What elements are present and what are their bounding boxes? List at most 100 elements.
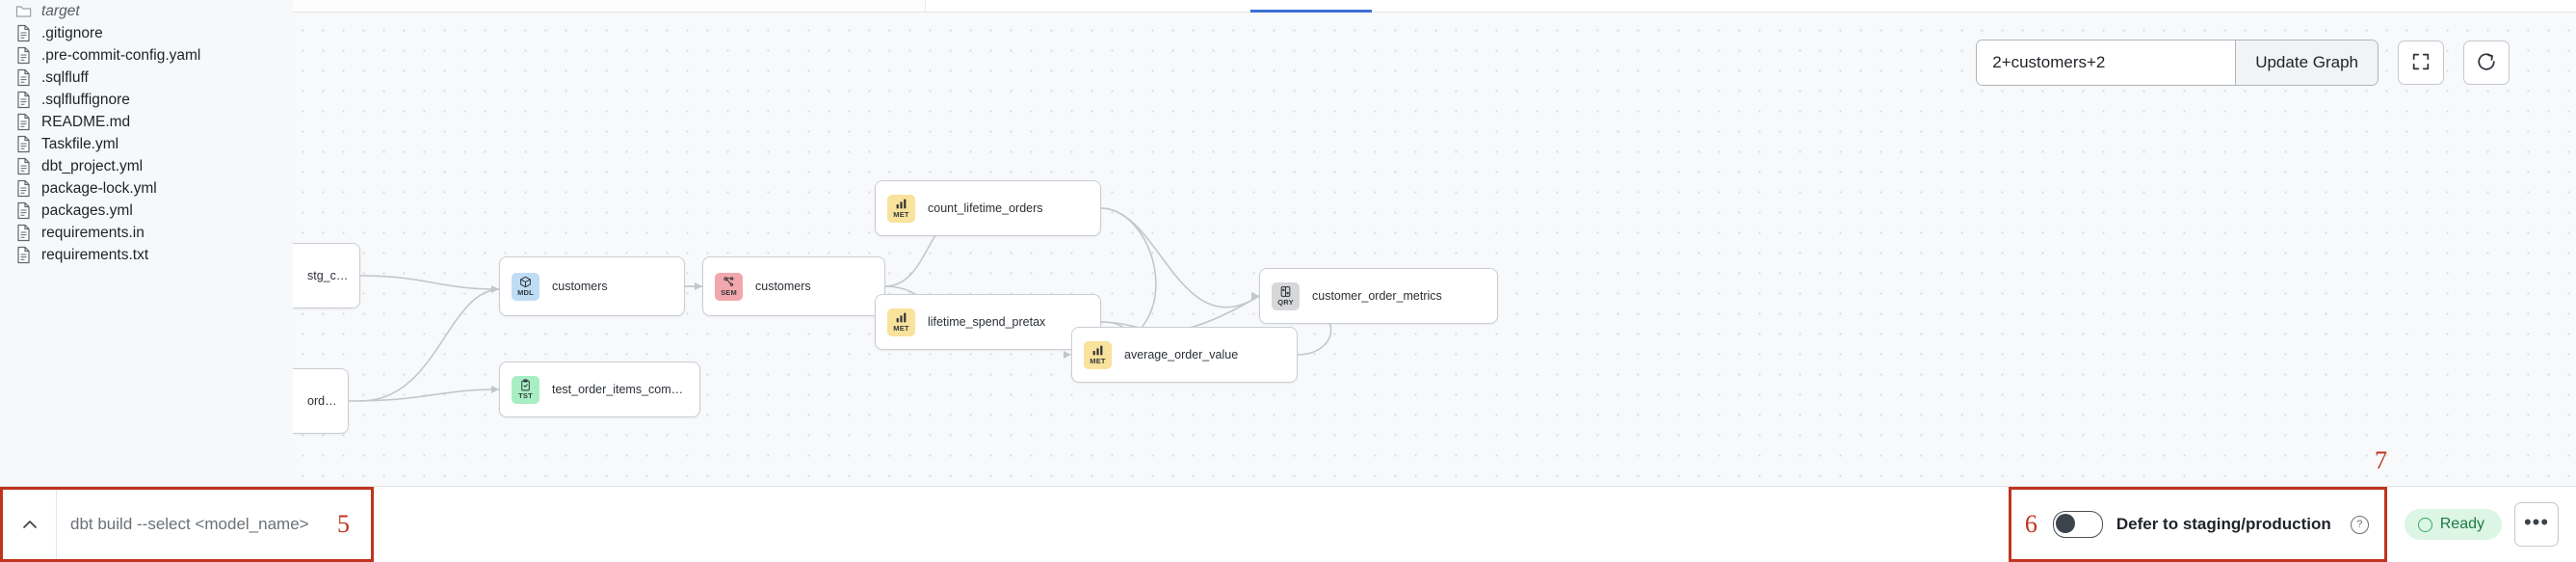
node-label: average_order_value [1124,348,1248,361]
file-icon [13,135,33,154]
graph-node-orders[interactable]: orders [293,368,349,434]
node-type-badge: MET [1090,358,1105,365]
status-badge[interactable]: Ready [2405,509,2502,540]
status-dot-icon [2418,518,2432,532]
node-label: count_lifetime_orders [928,201,1053,215]
graph-node-customers_sem[interactable]: SEM customers [702,256,885,316]
file-name: requirements.in [41,225,145,242]
graph-node-customer_order_metrics[interactable]: QRY customer_order_metrics [1259,268,1498,324]
file-row[interactable]: target [0,0,293,22]
command-input-placeholder[interactable]: dbt build --select <model_name> [57,515,371,534]
file-icon [13,179,33,199]
file-row[interactable]: .pre-commit-config.yaml [0,44,293,67]
file-name: .pre-commit-config.yaml [41,47,200,65]
file-list: target .gitignore .pre-commit-config.yam… [0,0,293,266]
graph-node-stg_customers[interactable]: stg_customers [293,243,360,308]
file-row[interactable]: requirements.in [0,222,293,244]
node-type-badge: SEM [721,289,737,297]
query-icon: QRY [1272,282,1300,310]
graph-query-input[interactable] [1977,40,2235,85]
folder-icon [13,2,33,21]
file-row[interactable]: .gitignore [0,22,293,44]
file-row[interactable]: .sqlfluffignore [0,89,293,111]
graph-node-test_order_items[interactable]: TSTtest_order_items_compute_to_bools… [499,361,700,417]
node-label: lifetime_spend_pretax [928,315,1055,329]
graph-node-customers_mdl[interactable]: MDL customers [499,256,685,316]
command-bar[interactable]: dbt build --select <model_name> 5 [0,487,374,562]
file-row[interactable]: package-lock.yml [0,177,293,200]
file-row[interactable]: dbt_project.yml [0,155,293,177]
node-type-badge: QRY [1277,299,1294,307]
editor-tab[interactable] [293,0,440,12]
graph-node-lifetime_spend_pretax[interactable]: MET lifetime_spend_pretax [875,294,1101,350]
node-label: orders [307,394,348,408]
badge-glyph [723,276,735,288]
bottom-right-cluster: 7 6 Defer to staging/production ? Ready … [2009,487,2576,562]
node-label: customers [755,280,821,293]
file-icon [13,157,33,176]
update-graph-button[interactable]: Update Graph [2235,40,2378,85]
file-row[interactable]: .sqlfluff [0,67,293,89]
node-type-badge: TST [518,392,533,400]
file-icon [13,224,33,243]
file-row[interactable]: Taskfile.yml [0,133,293,155]
file-icon [13,68,33,88]
file-row[interactable]: requirements.txt [0,244,293,266]
app-root: target .gitignore .pre-commit-config.yam… [0,0,2576,561]
file-icon [13,113,33,132]
command-expand-button[interactable] [3,490,57,559]
status-label: Ready [2440,516,2484,533]
help-circle-icon[interactable]: ? [2351,516,2369,534]
editor-tab[interactable] [439,0,546,12]
file-row[interactable]: README.md [0,111,293,133]
bar-chart-icon: MET [887,308,915,336]
graph-toolbar: Update Graph [1976,40,2510,86]
file-name: packages.yml [41,202,133,220]
file-name: dbt_project.yml [41,158,143,175]
file-name: .gitignore [41,25,103,42]
graph-node-count_lifetime_orders[interactable]: MET count_lifetime_orders [875,180,1101,236]
graph-query-group: Update Graph [1976,40,2379,86]
chevron-up-icon [22,515,38,534]
annotation-5: 5 [337,512,350,537]
editor-tab[interactable] [769,0,926,12]
lineage-graph-canvas[interactable]: stg_customersorders MDL customers TSTtest_o… [293,0,2576,486]
node-label: customers [552,280,618,293]
file-icon [13,24,33,43]
file-name: Taskfile.yml [41,136,118,153]
graph-node-average_order_value[interactable]: MET average_order_value [1071,327,1298,383]
file-name: README.md [41,114,130,131]
cube-icon: MDL [512,273,539,301]
defer-label: Defer to staging/production [2116,515,2331,534]
editor-tab[interactable] [545,0,668,12]
annotation-7: 7 [2375,448,2387,473]
annotation-6: 6 [2025,512,2037,537]
more-options-button[interactable]: ••• [2514,502,2559,547]
file-icon [13,91,33,110]
node-type-badge: MDL [517,289,534,297]
badge-glyph [519,276,532,288]
fullscreen-button[interactable] [2398,40,2444,85]
file-row[interactable]: packages.yml [0,200,293,222]
node-type-badge: MET [893,325,908,333]
node-type-badge: MET [893,211,908,219]
file-name: target [41,3,80,20]
bottom-status-bar: dbt build --select <model_name> 5 7 6 De… [0,486,2576,562]
fullscreen-icon [2410,51,2431,75]
file-icon [13,46,33,66]
editor-tab[interactable] [667,0,770,12]
badge-glyph [1091,344,1104,357]
status-section: Ready ••• [2387,502,2576,547]
file-name: package-lock.yml [41,180,157,198]
toggle-knob [2056,514,2075,533]
node-label: customer_order_metrics [1312,289,1452,303]
badge-glyph [895,311,907,324]
refresh-button[interactable] [2463,40,2510,85]
refresh-icon [2476,51,2497,75]
editor-tabstrip [293,0,2576,13]
bar-chart-icon: MET [1084,341,1112,369]
defer-toggle[interactable] [2053,511,2103,538]
file-name: requirements.txt [41,247,148,264]
badge-glyph [1279,285,1292,298]
semantic-icon: SEM [715,273,743,301]
